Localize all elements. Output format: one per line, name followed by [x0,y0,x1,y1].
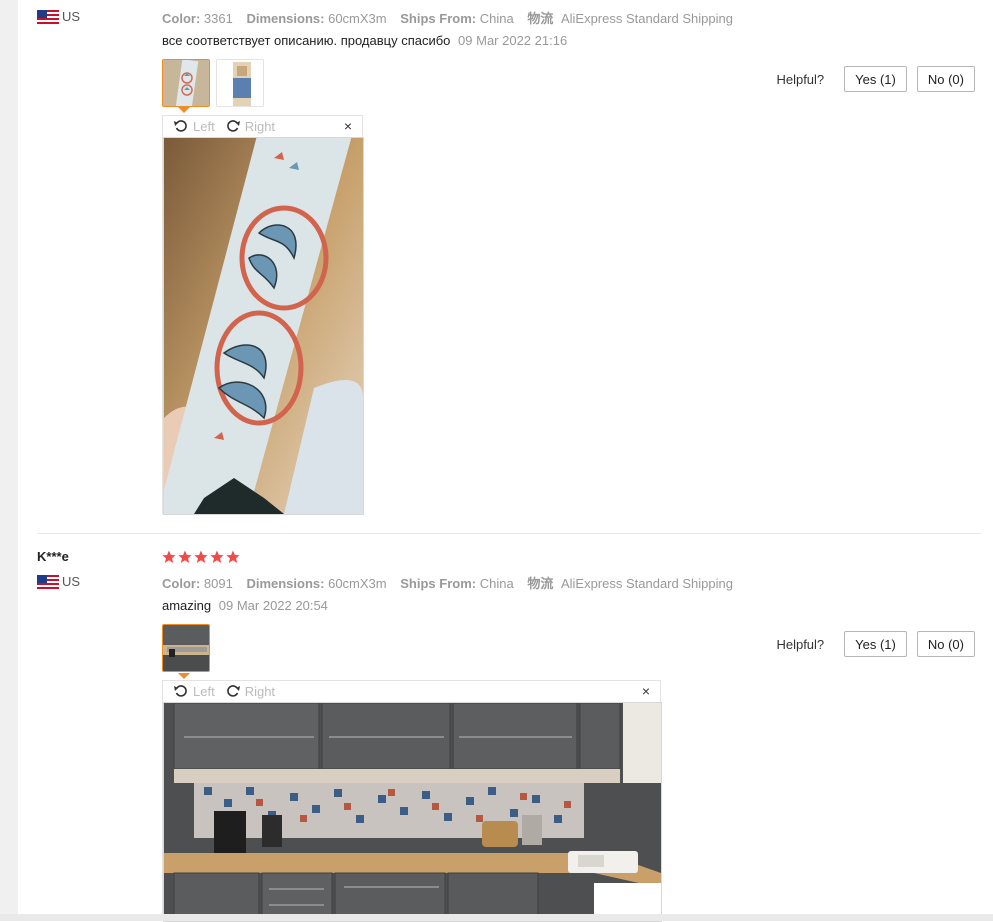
left-rail [0,0,18,921]
attr-ships-key: Ships From: [400,11,477,26]
attr-dimensions-value: 60cmX3m [328,576,387,591]
rotate-right-icon [226,685,240,697]
review-photo-image [164,138,363,514]
rotate-left-label: Left [193,683,215,699]
star-icon [194,550,208,563]
review-photo-large [163,137,364,515]
rotate-right-label: Right [244,683,276,699]
review-comment: все соответствует описанию. продавцу спа… [162,33,567,48]
review-attributes: Color: 8091 Dimensions: 60cmX3m Ships Fr… [162,573,743,592]
review-thumbnails [162,59,264,107]
review-photo-thumbnail[interactable] [162,59,210,107]
country-code: US [62,574,81,589]
star-icon [226,550,240,563]
rotate-left-icon [174,685,187,697]
photo-viewer: Left Right × [162,115,364,515]
attr-ships-value: China [479,11,514,26]
attr-logistics-key: 物流 [527,11,554,26]
review-comment: amazing 09 Mar 2022 20:54 [162,598,328,613]
rotate-left-icon [174,120,187,132]
review-photo-thumb-image [217,60,263,106]
attr-color-value: 3361 [203,11,233,26]
review-photo-thumb-image [163,60,209,106]
star-rating [162,550,240,564]
us-flag-icon [37,574,59,589]
attr-dimensions-key: Dimensions: [246,11,325,26]
reviewer-name: K***e [37,549,69,564]
helpful-vote: Helpful? Yes (1) No (0) [776,631,975,657]
comment-text: все соответствует описанию. продавцу спа… [162,33,451,48]
comment-text: amazing [162,598,212,613]
attr-ships-value: China [479,576,514,591]
helpful-label: Helpful? [776,636,825,652]
attr-color-value: 8091 [203,576,233,591]
review-date: 09 Mar 2022 21:16 [458,33,568,48]
horizontal-scrollbar[interactable] [0,914,993,921]
helpful-no-button[interactable]: No (0) [916,631,975,657]
review-thumbnails [162,624,210,672]
review-item: K***e US Color: 8091 Dimensions: 60cmX3m… [37,534,981,922]
review-photo-large [163,702,662,922]
reviewer-country: US [37,574,80,589]
country-code: US [62,9,81,24]
review-photo-thumbnail[interactable] [216,59,264,107]
helpful-vote: Helpful? Yes (1) No (0) [776,66,975,92]
star-icon [210,550,224,563]
attr-color-key: Color: [162,576,201,591]
attr-dimensions-key: Dimensions: [246,576,325,591]
attr-color-key: Color: [162,11,201,26]
attr-ships-key: Ships From: [400,576,477,591]
close-viewer-button[interactable]: × [344,116,352,136]
star-icon [178,550,192,563]
rotate-left-label: Left [193,118,215,134]
helpful-label: Helpful? [776,71,825,87]
rotate-left-button[interactable]: Left [173,118,215,134]
rotate-right-button[interactable]: Right [225,118,275,134]
photo-viewer: Left Right × [162,680,662,922]
attr-dimensions-value: 60cmX3m [328,11,387,26]
close-viewer-button[interactable]: × [642,681,650,701]
active-thumb-caret-icon [178,673,190,679]
review-photo-thumbnail[interactable] [162,624,210,672]
attr-logistics-value: AliExpress Standard Shipping [560,11,733,26]
us-flag-icon [37,9,59,24]
photo-viewer-toolbar: Left Right × [163,116,362,136]
active-thumb-caret-icon [178,107,190,113]
rotate-right-button[interactable]: Right [225,683,275,699]
star-icon [162,550,176,563]
rotate-right-icon [226,120,240,132]
attr-logistics-value: AliExpress Standard Shipping [560,576,733,591]
rotate-left-button[interactable]: Left [173,683,215,699]
review-photo-image [164,703,661,921]
review-date: 09 Mar 2022 20:54 [218,598,328,613]
helpful-yes-button[interactable]: Yes (1) [844,66,907,92]
reviewer-country: US [37,9,80,24]
photo-viewer-toolbar: Left Right × [163,681,660,701]
attr-logistics-key: 物流 [527,576,554,591]
review-attributes: Color: 3361 Dimensions: 60cmX3m Ships Fr… [162,8,743,27]
review-item: US Color: 3361 Dimensions: 60cmX3m Ships… [37,0,981,533]
review-photo-thumb-image [163,625,209,671]
helpful-yes-button[interactable]: Yes (1) [844,631,907,657]
rotate-right-label: Right [244,118,276,134]
helpful-no-button[interactable]: No (0) [916,66,975,92]
